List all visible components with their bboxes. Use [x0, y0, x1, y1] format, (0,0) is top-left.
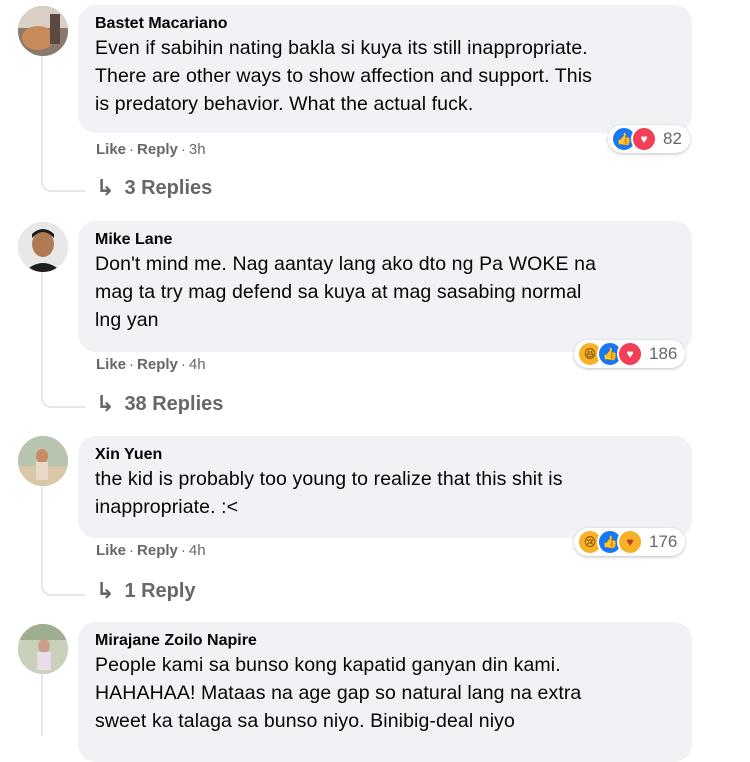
- reply-arrow-icon: ↳: [96, 391, 115, 416]
- thread-line: [41, 272, 43, 386]
- replies-label: 3 Replies: [124, 176, 213, 199]
- thread-line: [41, 56, 43, 170]
- comment-author[interactable]: Mirajane Zoilo Napire: [95, 631, 674, 651]
- view-replies-button[interactable]: ↳ 3 Replies: [96, 175, 212, 201]
- reply-button[interactable]: Reply: [137, 356, 178, 373]
- reaction-count: 82: [663, 129, 682, 148]
- reaction-summary[interactable]: 😢 👍 ♥ 176: [574, 528, 686, 556]
- comment-text: Don't mind me. Nag aantay lang ako dto n…: [95, 253, 597, 331]
- reply-arrow-icon: ↳: [96, 175, 115, 200]
- reaction-summary[interactable]: 😆 👍 ♥ 186: [574, 340, 686, 368]
- comment-bubble: Mirajane Zoilo Napire People kami sa bun…: [78, 622, 692, 762]
- comment-actions: Like · Reply · 3h: [96, 141, 206, 158]
- replies-label: 38 Replies: [124, 392, 224, 415]
- comment-actions: Like · Reply · 4h: [96, 542, 206, 559]
- reply-arrow-icon: ↳: [96, 578, 115, 603]
- comment-author[interactable]: Mike Lane: [95, 230, 674, 250]
- comment-text: the kid is probably too young to realize…: [95, 468, 563, 518]
- comment-actions: Like · Reply · 4h: [96, 356, 206, 373]
- care-icon: ♥: [617, 529, 643, 555]
- thread-elbow: [41, 386, 85, 408]
- reaction-count: 186: [649, 344, 678, 363]
- comment-time[interactable]: 4h: [189, 356, 206, 373]
- like-button[interactable]: Like: [96, 141, 126, 158]
- comment-text: People kami sa bunso kong kapatid ganyan…: [95, 654, 582, 732]
- comment-time[interactable]: 3h: [189, 141, 206, 158]
- avatar[interactable]: [18, 6, 68, 56]
- comment-bubble: Bastet Macariano Even if sabihin nating …: [78, 5, 692, 133]
- reaction-summary[interactable]: 👍 ♥ 82: [608, 125, 690, 153]
- view-replies-button[interactable]: ↳ 38 Replies: [96, 391, 223, 417]
- reply-button[interactable]: Reply: [137, 542, 178, 559]
- avatar[interactable]: [18, 436, 68, 486]
- thread-line: [41, 486, 43, 574]
- thread-elbow: [41, 574, 85, 596]
- reply-button[interactable]: Reply: [137, 141, 178, 158]
- like-button[interactable]: Like: [96, 356, 126, 373]
- avatar[interactable]: [18, 222, 68, 272]
- comment-bubble: Mike Lane Don't mind me. Nag aantay lang…: [78, 221, 692, 352]
- comment-time[interactable]: 4h: [189, 542, 206, 559]
- view-replies-button[interactable]: ↳ 1 Reply: [96, 578, 196, 604]
- thread-line: [41, 674, 43, 736]
- like-button[interactable]: Like: [96, 542, 126, 559]
- replies-label: 1 Reply: [124, 579, 196, 602]
- comment-author[interactable]: Bastet Macariano: [95, 14, 674, 34]
- thread-elbow: [41, 170, 85, 192]
- comment-author[interactable]: Xin Yuen: [95, 445, 674, 465]
- comment-text: Even if sabihin nating bakla si kuya its…: [95, 37, 592, 115]
- reaction-count: 176: [649, 532, 678, 551]
- love-icon: ♥: [631, 126, 657, 152]
- love-icon: ♥: [617, 341, 643, 367]
- comment-bubble: Xin Yuen the kid is probably too young t…: [78, 436, 692, 538]
- avatar[interactable]: [18, 624, 68, 674]
